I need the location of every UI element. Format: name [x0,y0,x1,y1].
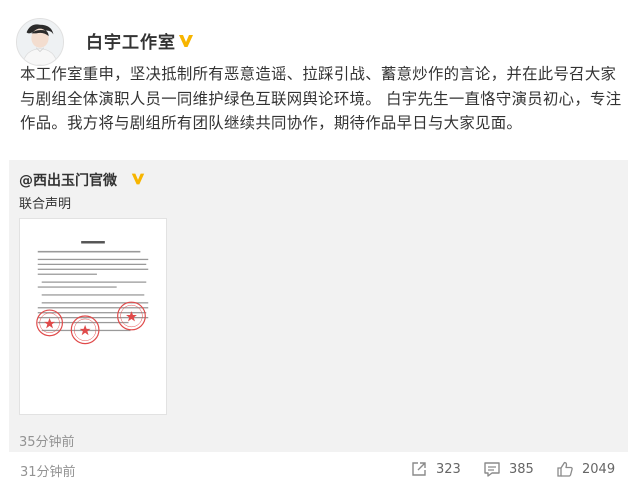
joint-statement-image[interactable] [19,218,167,415]
repost-text: 联合声明 [19,197,72,212]
author-name[interactable]: 白宇工作室 [86,28,176,53]
post-text: 本工作室重申，坚决抵制所有恶意造谣、拉踩引战、蓄意炒作的言论，并在此号召大家与剧… [20,65,622,132]
post-timestamp[interactable]: 31分钟前 [20,461,76,480]
verified-badge-icon [131,173,145,185]
avatar[interactable] [16,18,64,66]
verified-badge-icon [179,35,193,47]
repost-button[interactable]: 323 [410,458,461,480]
post-header: 白宇工作室 [16,18,616,68]
share-icon [412,462,426,476]
repost-timestamp[interactable]: 35分钟前 [19,431,75,450]
post-footer: 31分钟前 323 385 2049 [0,452,637,502]
like-count: 2049 [582,461,616,477]
comment-icon [484,462,500,477]
repost-author[interactable]: @西出玉门官微 [19,170,117,190]
like-button[interactable]: 2049 [556,458,615,480]
thumbs-up-icon [557,461,573,477]
repost-card[interactable]: @西出玉门官微 联合声明 35分钟前 [9,160,628,452]
comment-count: 385 [509,461,534,477]
weibo-post: 白宇工作室 本工作室重申，坚决抵制所有恶意造谣、拉踩引战、蓄意炒作的言论，并在此… [0,0,637,502]
repost-count: 323 [436,461,461,477]
comment-button[interactable]: 385 [483,458,534,480]
